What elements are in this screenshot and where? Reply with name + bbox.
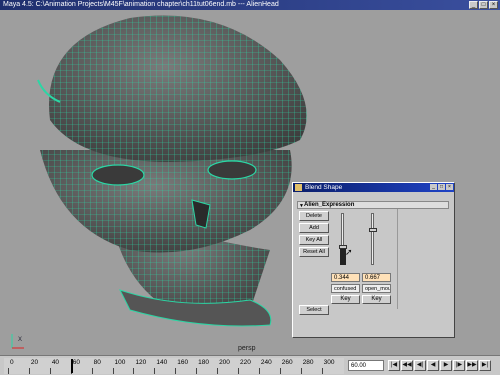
blend-minimize-button[interactable]: _ — [430, 184, 437, 190]
tick-mark — [321, 368, 323, 374]
playback-controls: |◀ ◀◀ ◀| ◀ ▶ |▶ ▶▶ ▶| — [388, 360, 491, 371]
tick-label: 80 — [93, 359, 101, 366]
tick-mark — [237, 368, 239, 374]
minimize-button[interactable]: _ — [469, 1, 478, 9]
time-slider[interactable]: 0 20 40 60 80 100 120 140 160 180 200 220 240 260 280 3… — [0, 355, 500, 375]
confused-key-button[interactable]: Key — [331, 295, 360, 304]
select-button[interactable]: Select — [299, 305, 329, 315]
tick-mark — [112, 368, 114, 374]
go-to-start-button[interactable]: |◀ — [388, 360, 400, 371]
window-titlebar: Maya 4.5: C:\Animation Projects\M45F\ani… — [0, 0, 500, 10]
blend-close-button[interactable]: × — [446, 184, 453, 190]
play-backward-button[interactable]: ◀ — [427, 360, 439, 371]
open-mouth-value[interactable]: 0.667 — [362, 273, 391, 282]
open-mouth-slider-track[interactable] — [371, 213, 374, 265]
tick-label: 160 — [177, 359, 189, 366]
tick-label: 240 — [260, 359, 272, 366]
axis-indicator: X — [10, 330, 30, 350]
open-mouth-name[interactable]: open_mouth — [362, 284, 391, 293]
tick-mark — [258, 368, 260, 374]
tick-mark — [279, 368, 281, 374]
confused-value[interactable]: 0.344 — [331, 273, 360, 282]
expression-name: Alien_Expression — [304, 202, 355, 208]
current-frame-field[interactable]: 60.00 — [348, 360, 384, 371]
collapse-arrow-icon[interactable]: ▼ — [299, 203, 304, 210]
tick-mark — [91, 368, 93, 374]
empty-target-area — [397, 209, 452, 309]
window-title: Maya 4.5: C:\Animation Projects\M45F\ani… — [3, 1, 279, 8]
tick-mark — [154, 368, 156, 374]
tick-mark — [217, 368, 219, 374]
step-forward-key-button[interactable]: ▶▶ — [466, 360, 478, 371]
tick-mark — [175, 368, 177, 374]
tick-mark — [300, 368, 302, 374]
tick-label: 120 — [135, 359, 147, 366]
go-to-end-button[interactable]: ▶| — [479, 360, 491, 371]
step-forward-frame-button[interactable]: |▶ — [453, 360, 465, 371]
delete-button[interactable]: Delete — [299, 211, 329, 221]
add-button[interactable]: Add — [299, 223, 329, 233]
tick-mark — [28, 368, 30, 374]
open-mouth-key-button[interactable]: Key — [362, 295, 391, 304]
tick-label: 280 — [302, 359, 314, 366]
close-button[interactable]: × — [489, 1, 498, 9]
tick-mark — [49, 368, 51, 374]
blend-shape-window[interactable]: Blend Shape _ □ × ▼ Alien_Expression Del… — [292, 182, 455, 338]
tick-label: 20 — [30, 359, 39, 366]
tick-label: 220 — [239, 359, 251, 366]
window-icon — [295, 184, 302, 191]
step-back-frame-button[interactable]: ◀| — [414, 360, 426, 371]
time-ruler[interactable]: 0 20 40 60 80 100 120 140 160 180 200 220 240 260 280 3… — [4, 358, 344, 374]
camera-label: persp — [238, 345, 256, 352]
blend-shape-titlebar[interactable]: Blend Shape _ □ × — [293, 183, 454, 192]
key-all-button[interactable]: Key All — [299, 235, 329, 245]
current-frame-marker[interactable] — [70, 359, 73, 373]
tick-label: 260 — [281, 359, 293, 366]
mouse-cursor-icon: ➚ — [345, 247, 353, 257]
tick-mark — [196, 368, 198, 374]
step-back-key-button[interactable]: ◀◀ — [401, 360, 413, 371]
tick-label: 300 — [323, 359, 335, 366]
maximize-button[interactable]: □ — [479, 1, 488, 9]
tick-mark — [8, 368, 9, 374]
tick-label: 60 — [72, 359, 80, 366]
blend-menu — [293, 192, 454, 200]
perspective-viewport[interactable]: X persp Blend Shape _ □ × ▼ Alien_Expres… — [0, 10, 500, 355]
open-mouth-slider-thumb[interactable] — [368, 228, 377, 233]
tick-label: 40 — [51, 359, 60, 366]
tick-label: 140 — [156, 359, 168, 366]
play-forward-button[interactable]: ▶ — [440, 360, 452, 371]
expression-header[interactable]: ▼ Alien_Expression — [297, 201, 449, 209]
reset-all-button[interactable]: Reset All — [299, 247, 329, 257]
tick-label: 0 — [10, 359, 14, 366]
tick-label: 180 — [198, 359, 210, 366]
confused-name[interactable]: confused — [331, 284, 360, 293]
axis-label: X — [18, 337, 23, 343]
blend-maximize-button[interactable]: □ — [438, 184, 445, 190]
tick-label: 100 — [114, 359, 126, 366]
tick-mark — [133, 368, 135, 374]
tick-label: 200 — [219, 359, 230, 366]
blend-shape-title: Blend Shape — [305, 184, 343, 191]
